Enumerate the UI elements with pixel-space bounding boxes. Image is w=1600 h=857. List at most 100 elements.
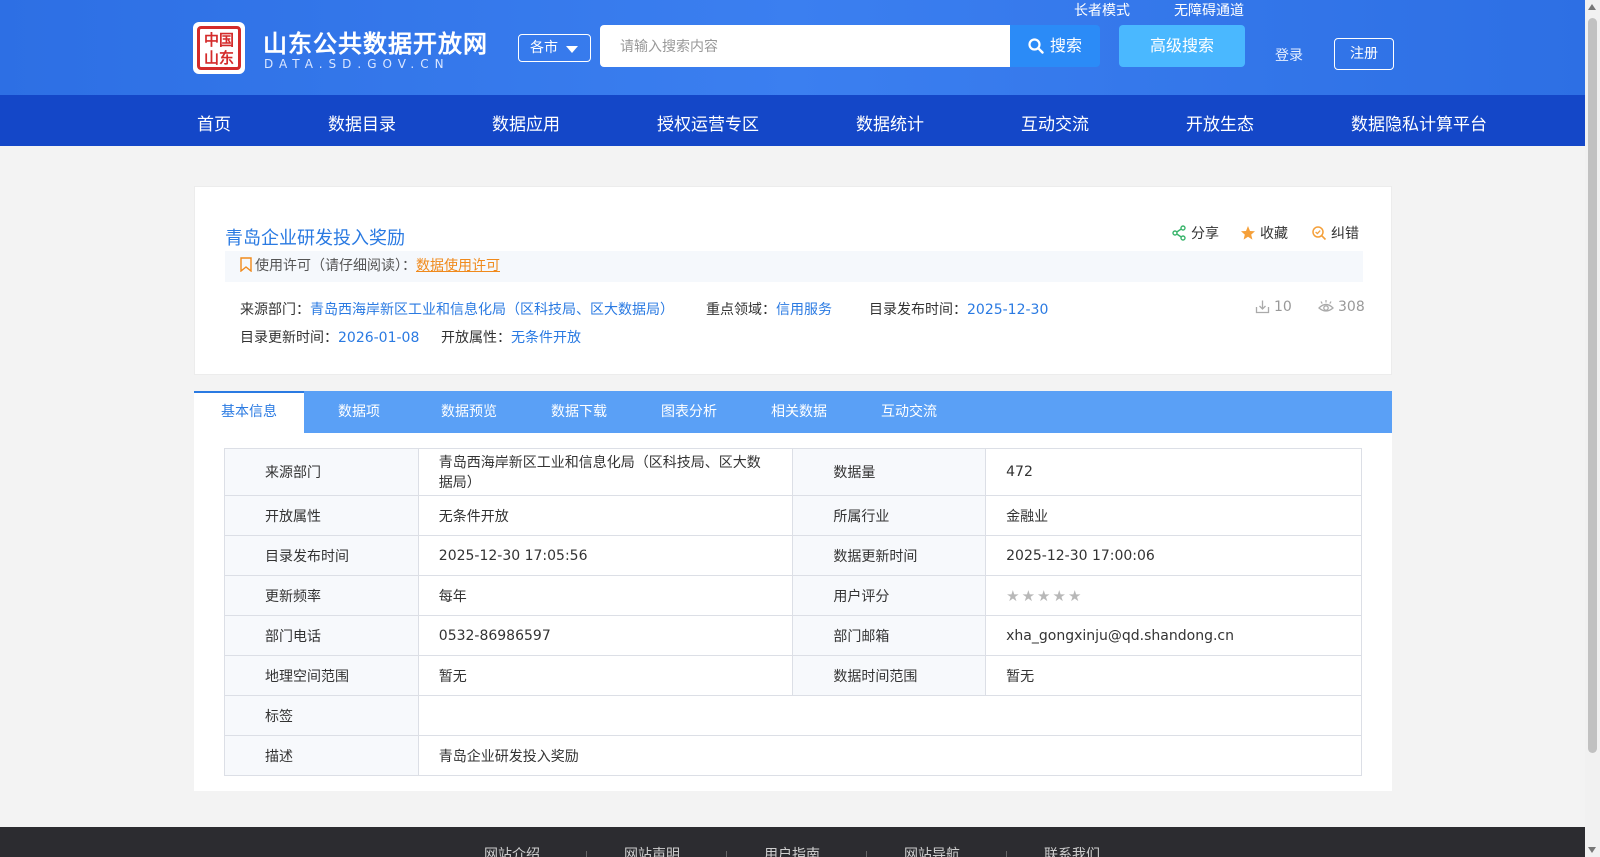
site-footer: 网站介绍 网站声明 用户指南 网站导航 联系我们	[0, 827, 1585, 857]
favorite-label: 收藏	[1260, 226, 1288, 242]
tab-related-data[interactable]: 相关数据	[744, 391, 854, 433]
nav-item-home[interactable]: 首页	[197, 110, 231, 135]
cell-value: 青岛企业研发投入奖励	[417, 735, 1363, 776]
cell-value: 每年	[417, 575, 794, 616]
license-bar: 使用许可（请仔细阅读）：数据使用许可	[225, 251, 1363, 282]
site-domain: DATA.SD.GOV.CN	[264, 57, 450, 71]
city-select[interactable]: 各市	[518, 34, 591, 62]
cell-value: 青岛西海岸新区工业和信息化局（区科技局、区大数据局）	[417, 448, 794, 496]
scroll-down-icon[interactable]	[1588, 847, 1596, 853]
nav-item-stats[interactable]: 数据统计	[856, 110, 924, 135]
login-link[interactable]: 登录	[1275, 45, 1303, 65]
favorite-button[interactable]: 收藏	[1240, 223, 1288, 243]
license-label: 使用许可（请仔细阅读）：	[255, 258, 416, 274]
nav-item-interaction[interactable]: 互动交流	[1021, 110, 1089, 135]
cell-label: 部门邮箱	[792, 615, 987, 656]
city-select-label: 各市	[530, 40, 558, 56]
table-row: 部门电话 0532-86986597 部门邮箱 xha_gongxinju@qd…	[224, 615, 1362, 656]
footer-link-contact[interactable]: 联系我们	[1044, 844, 1100, 857]
user-rating[interactable]: ★ ★ ★ ★ ★	[985, 575, 1362, 616]
report-error-label: 纠错	[1331, 226, 1359, 242]
tab-data-items[interactable]: 数据项	[304, 391, 414, 433]
basic-info-panel: 来源部门 青岛西海岸新区工业和信息化局（区科技局、区大数据局） 数据量 472 …	[194, 433, 1392, 791]
nav-item-apps[interactable]: 数据应用	[492, 110, 560, 135]
domain-value[interactable]: 信用服务	[776, 302, 832, 318]
page-scrollbar[interactable]	[1585, 0, 1600, 857]
eye-icon	[1318, 300, 1334, 312]
publish-meta: 目录发布时间：2025-12-30	[869, 299, 1048, 319]
star-icon[interactable]: ★	[1037, 587, 1050, 605]
update-label: 目录更新时间：	[240, 330, 338, 346]
view-count: 308	[1318, 299, 1365, 315]
footer-link-about[interactable]: 网站介绍	[484, 844, 540, 857]
table-row: 开放属性 无条件开放 所属行业 金融业	[224, 495, 1362, 536]
logo-seal-text: 中国山东	[197, 26, 241, 70]
register-button[interactable]: 注册	[1334, 38, 1394, 70]
star-icon[interactable]: ★	[1053, 587, 1066, 605]
publish-label: 目录发布时间：	[869, 302, 967, 318]
scroll-up-icon[interactable]	[1588, 4, 1596, 10]
site-logo-icon[interactable]: 中国山东	[193, 22, 245, 74]
rating-stars[interactable]: ★ ★ ★ ★ ★	[1006, 587, 1083, 605]
cell-value: 金融业	[985, 495, 1362, 536]
site-title[interactable]: 山东公共数据开放网	[263, 24, 488, 59]
share-label: 分享	[1191, 226, 1219, 242]
cell-value: 暂无	[985, 655, 1362, 696]
cell-label: 数据更新时间	[792, 535, 987, 576]
tab-basic-info[interactable]: 基本信息	[194, 391, 304, 433]
star-icon[interactable]: ★	[1068, 587, 1081, 605]
share-button[interactable]: 分享	[1171, 223, 1219, 243]
table-row: 描述 青岛企业研发投入奖励	[224, 735, 1363, 776]
open-attr-meta: 开放属性：无条件开放	[441, 327, 581, 347]
elder-mode-link[interactable]: 长者模式	[1074, 0, 1130, 20]
cell-label: 用户评分	[792, 575, 987, 616]
star-icon[interactable]: ★	[1022, 587, 1035, 605]
search-button-label: 搜索	[1049, 36, 1082, 55]
search-input[interactable]	[600, 25, 1011, 67]
nav-item-catalog[interactable]: 数据目录	[328, 110, 396, 135]
footer-link-statement[interactable]: 网站声明	[624, 844, 680, 857]
open-attr-label: 开放属性：	[441, 330, 511, 346]
download-icon	[1255, 300, 1270, 314]
download-count: 10	[1255, 299, 1292, 315]
tab-interaction[interactable]: 互动交流	[854, 391, 964, 433]
tab-data-preview[interactable]: 数据预览	[414, 391, 524, 433]
nav-item-privacy[interactable]: 数据隐私计算平台	[1351, 110, 1487, 135]
table-row: 目录发布时间 2025-12-30 17:05:56 数据更新时间 2025-1…	[224, 535, 1362, 576]
cell-value: 2025-12-30 17:00:06	[985, 535, 1362, 576]
footer-divider	[726, 851, 727, 857]
search-button[interactable]: 搜索	[1010, 25, 1100, 67]
table-row: 地理空间范围 暂无 数据时间范围 暂无	[224, 655, 1362, 696]
source-dept-value[interactable]: 青岛西海岸新区工业和信息化局（区科技局、区大数据局）	[310, 302, 674, 318]
star-icon[interactable]: ★	[1006, 587, 1019, 605]
nav-item-ecosystem[interactable]: 开放生态	[1186, 110, 1254, 135]
tab-chart-analysis[interactable]: 图表分析	[634, 391, 744, 433]
nav-item-authorized[interactable]: 授权运营专区	[657, 110, 759, 135]
cell-value: 472	[985, 448, 1362, 496]
publish-value: 2025-12-30	[967, 302, 1049, 318]
advanced-search-button[interactable]: 高级搜索	[1119, 25, 1245, 67]
view-count-value: 308	[1338, 299, 1365, 315]
main-nav: 首页 数据目录 数据应用 授权运营专区 数据统计 互动交流 开放生态 数据隐私计…	[0, 95, 1585, 146]
license-link[interactable]: 数据使用许可	[416, 258, 500, 274]
cell-value: 2025-12-30 17:05:56	[417, 535, 794, 576]
scrollbar-thumb[interactable]	[1588, 18, 1597, 753]
footer-divider	[1006, 851, 1007, 857]
cell-label: 数据量	[792, 448, 987, 496]
dataset-summary-card: 青岛企业研发投入奖励 分享 收藏 纠错 使用许可（请仔细阅读）：数据使用许可 来…	[194, 186, 1392, 375]
cell-value: 暂无	[417, 655, 794, 696]
cell-label: 所属行业	[792, 495, 987, 536]
tab-data-download[interactable]: 数据下载	[524, 391, 634, 433]
magnifier-check-icon	[1312, 226, 1327, 241]
accessibility-link[interactable]: 无障碍通道	[1174, 0, 1244, 20]
star-icon	[1241, 226, 1255, 240]
cell-label: 来源部门	[224, 448, 419, 496]
footer-link-guide[interactable]: 用户指南	[764, 844, 820, 857]
caret-down-icon	[566, 46, 578, 53]
cell-label: 目录发布时间	[224, 535, 419, 576]
report-error-button[interactable]: 纠错	[1311, 223, 1359, 243]
domain-label: 重点领域：	[706, 302, 776, 318]
update-meta: 目录更新时间：2026-01-08	[240, 327, 419, 347]
footer-link-sitemap[interactable]: 网站导航	[904, 844, 960, 857]
cell-label: 开放属性	[224, 495, 419, 536]
